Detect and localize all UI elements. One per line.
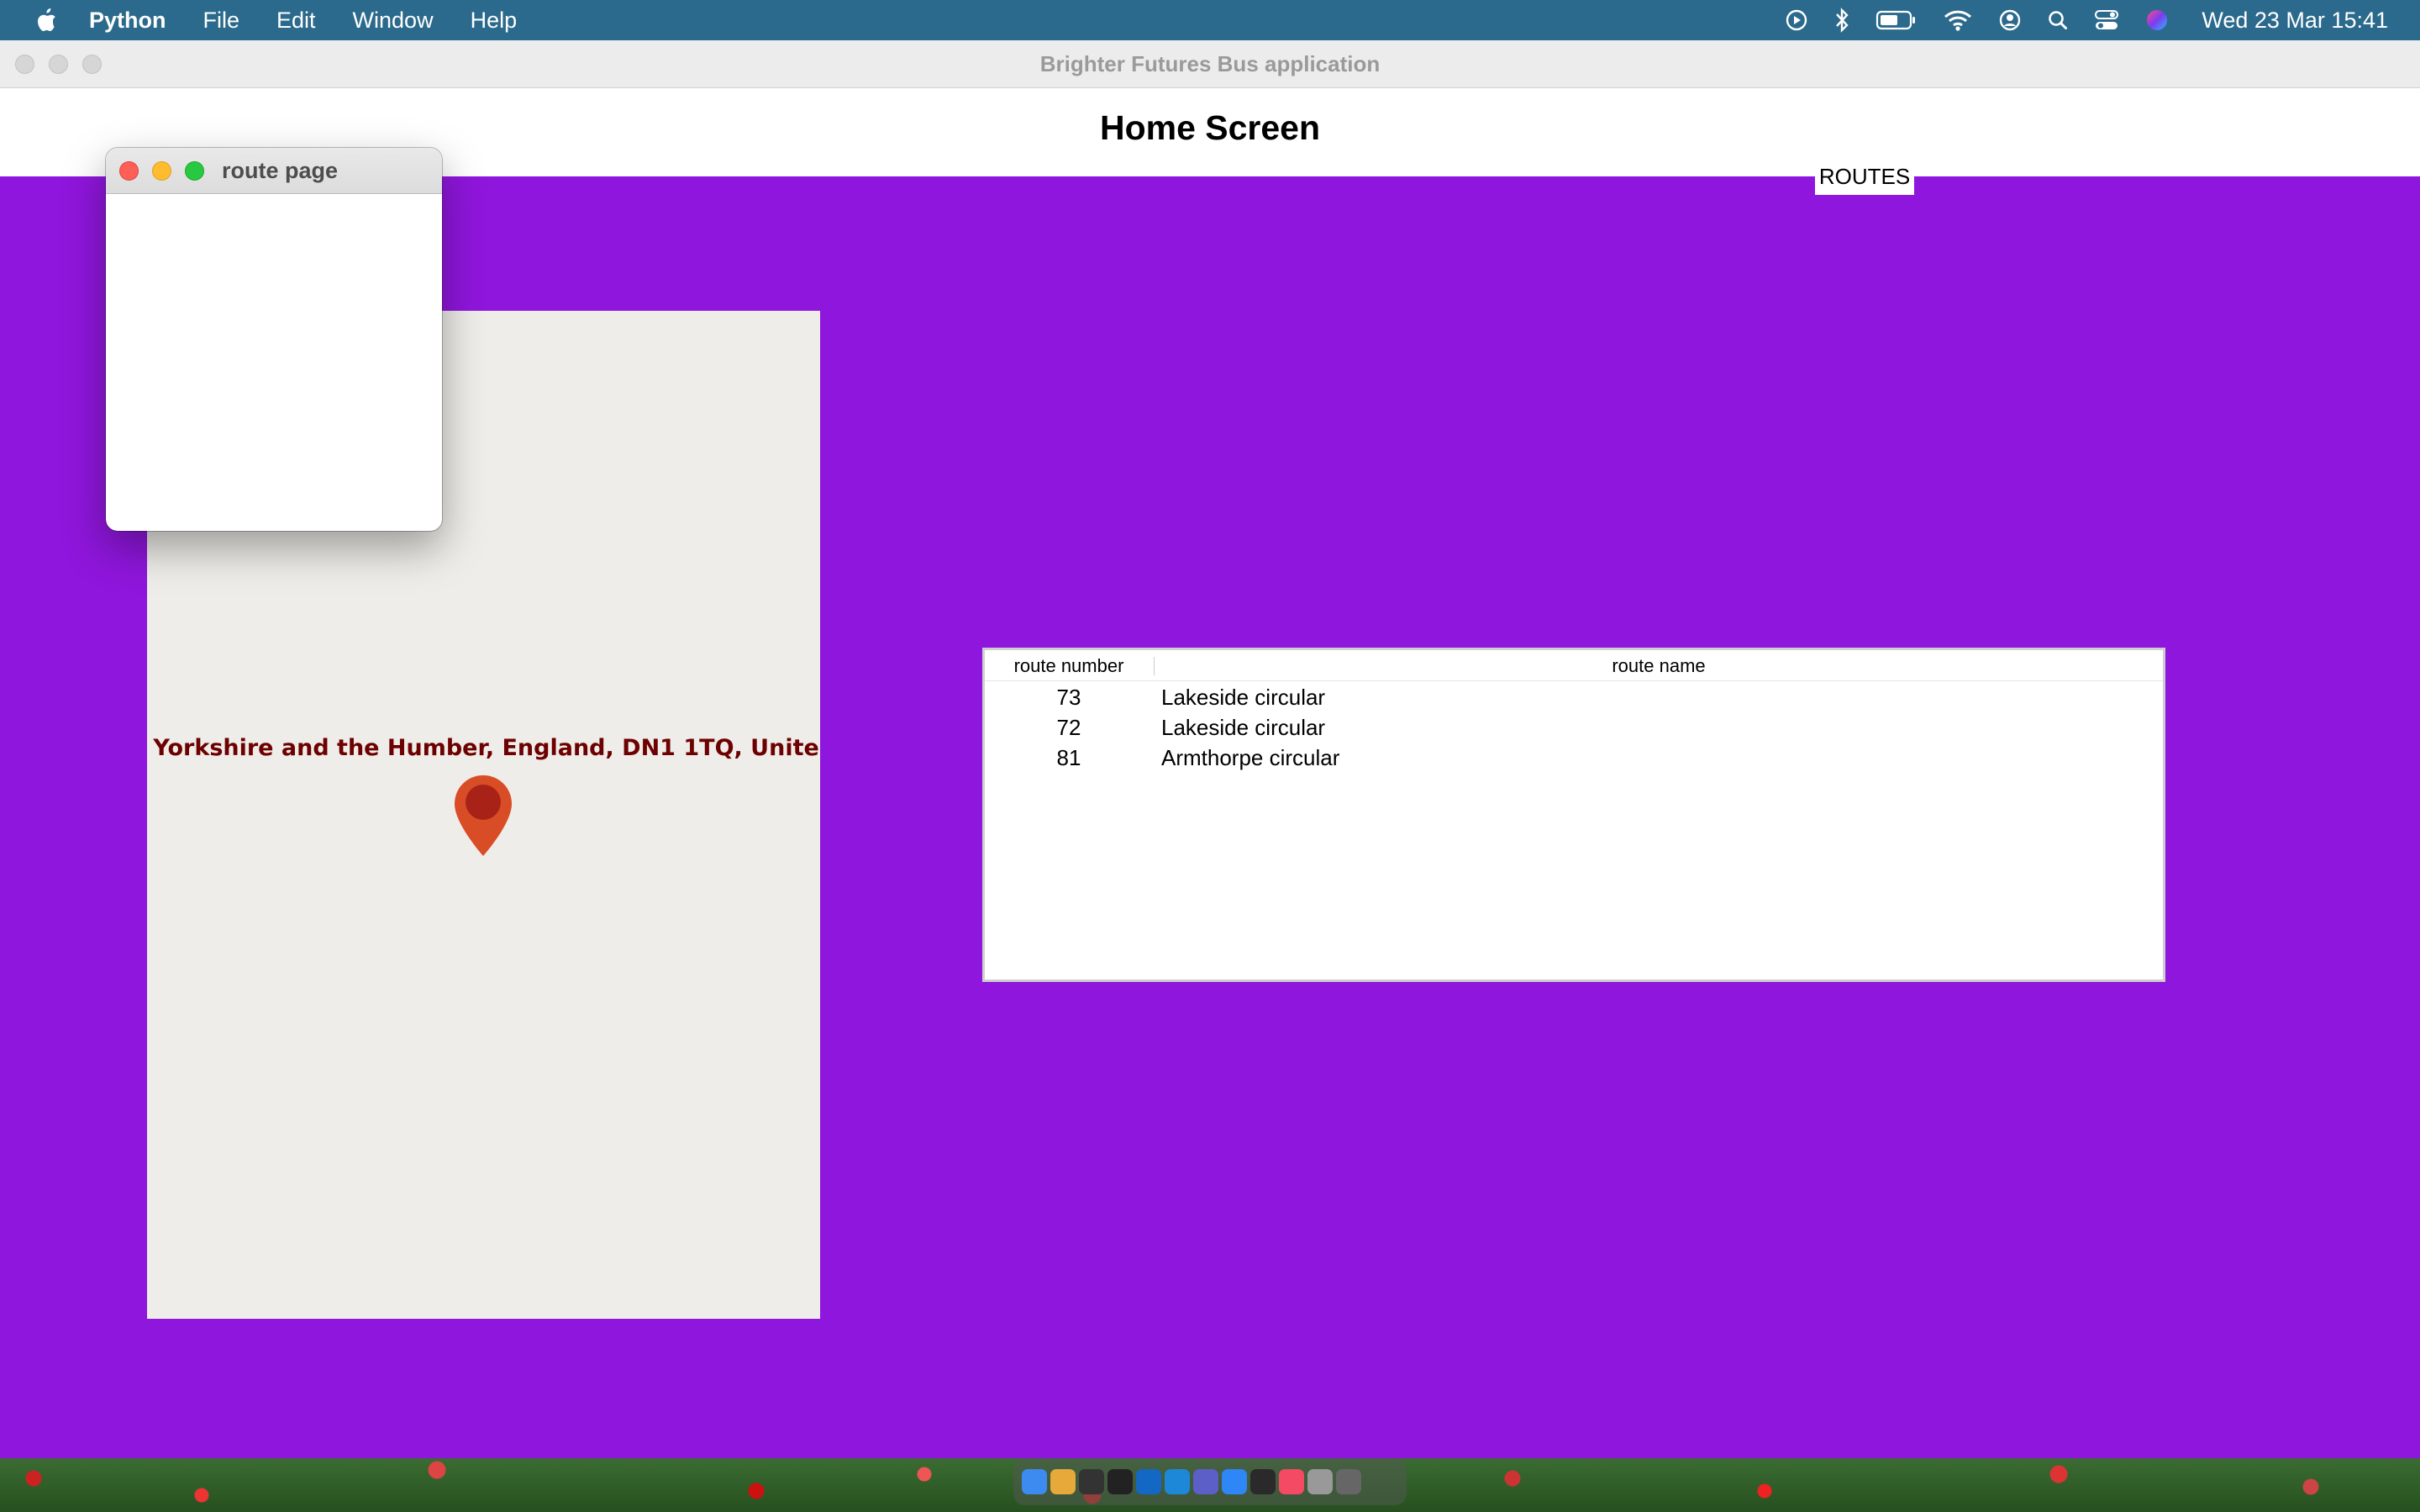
menu-window[interactable]: Window bbox=[353, 8, 434, 34]
table-row[interactable]: 72 Lakeside circular bbox=[985, 712, 2163, 743]
route-number-cell: 73 bbox=[1056, 685, 1081, 710]
siri-icon[interactable] bbox=[2144, 8, 2170, 33]
map-address-label: Doncaster, Yorkshire and the Humber, Eng… bbox=[147, 735, 820, 761]
battery-icon[interactable] bbox=[1876, 9, 1918, 31]
route-name-cell: Lakeside circular bbox=[1161, 685, 1326, 710]
route-name-cell: Armthorpe circular bbox=[1161, 745, 1340, 770]
github-icon[interactable] bbox=[1250, 1469, 1276, 1494]
map-marker-icon[interactable] bbox=[452, 774, 514, 862]
terminal-icon[interactable] bbox=[1079, 1469, 1104, 1494]
window-title: Brighter Futures Bus application bbox=[1039, 51, 1381, 76]
play-icon[interactable] bbox=[1785, 8, 1808, 32]
dock bbox=[1013, 1458, 1407, 1505]
routes-button[interactable]: ROUTES bbox=[1815, 158, 1914, 195]
teams-icon[interactable] bbox=[1193, 1469, 1218, 1494]
finder-icon[interactable] bbox=[1022, 1469, 1047, 1494]
pencil-icon[interactable] bbox=[1307, 1469, 1333, 1494]
trash-icon[interactable] bbox=[1336, 1469, 1361, 1494]
route-name-cell: Lakeside circular bbox=[1161, 715, 1326, 740]
table-row[interactable]: 81 Armthorpe circular bbox=[985, 743, 2163, 773]
route-number-cell: 81 bbox=[1056, 745, 1081, 770]
route-page-window[interactable]: route page bbox=[106, 148, 442, 531]
spotlight-search-icon[interactable] bbox=[2047, 9, 2069, 31]
table-header: route number route name bbox=[985, 650, 2163, 681]
column-header-route-name[interactable]: route name bbox=[1155, 655, 2163, 677]
menu-file[interactable]: File bbox=[203, 8, 240, 34]
window-titlebar: Brighter Futures Bus application bbox=[0, 40, 2420, 88]
launchpad-icon[interactable] bbox=[1050, 1469, 1076, 1494]
menu-app-name[interactable]: Python bbox=[89, 8, 166, 34]
menu-edit[interactable]: Edit bbox=[276, 8, 316, 34]
table-row[interactable]: 73 Lakeside circular bbox=[985, 682, 2163, 712]
route-page-minimize-button[interactable] bbox=[152, 161, 171, 181]
route-page-zoom-button[interactable] bbox=[185, 161, 204, 181]
apple-menu-icon[interactable] bbox=[34, 7, 57, 34]
route-page-title: route page bbox=[222, 158, 339, 183]
menu-bar: Python File Edit Window Help Wed 23 Mar … bbox=[0, 0, 2420, 40]
terminal-icon[interactable] bbox=[1107, 1469, 1133, 1494]
control-center-icon[interactable] bbox=[2094, 9, 2119, 31]
page-title: Home Screen bbox=[1099, 108, 1321, 147]
vscode-icon[interactable] bbox=[1165, 1469, 1190, 1494]
column-header-route-number[interactable]: route number bbox=[985, 655, 1153, 677]
music-icon[interactable] bbox=[1279, 1469, 1304, 1494]
route-number-cell: 72 bbox=[1056, 715, 1081, 740]
user-account-icon[interactable] bbox=[1998, 8, 2022, 32]
menu-help[interactable]: Help bbox=[471, 8, 518, 34]
route-page-close-button[interactable] bbox=[119, 161, 139, 181]
bluetooth-icon[interactable] bbox=[1833, 8, 1850, 33]
routes-table[interactable]: route number route name 73 Lakeside circ… bbox=[982, 648, 2165, 982]
outlook-icon[interactable] bbox=[1136, 1469, 1161, 1494]
route-page-titlebar[interactable]: route page bbox=[106, 148, 442, 194]
wifi-icon[interactable] bbox=[1943, 8, 1973, 32]
safari-icon[interactable] bbox=[1222, 1469, 1247, 1494]
menu-clock[interactable]: Wed 23 Mar 15:41 bbox=[2202, 8, 2388, 34]
